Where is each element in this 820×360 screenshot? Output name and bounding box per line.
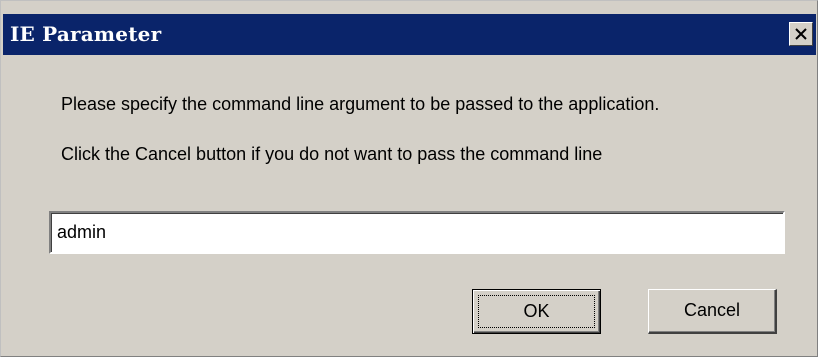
ok-focus-rect: OK <box>478 295 595 328</box>
window-title: IE Parameter <box>10 22 162 46</box>
command-line-argument-input[interactable] <box>49 211 785 254</box>
cancel-button[interactable]: Cancel <box>648 289 777 334</box>
cancel-button-label: Cancel <box>683 300 741 320</box>
ok-button-label: OK <box>523 301 550 321</box>
close-button[interactable] <box>789 22 813 46</box>
close-icon <box>795 28 807 40</box>
ok-button[interactable]: OK <box>472 289 601 334</box>
instruction-text-2: Click the Cancel button if you do not wa… <box>61 144 603 164</box>
instruction-text-1: Please specify the command line argument… <box>61 94 660 114</box>
title-bar[interactable]: IE Parameter <box>3 14 816 55</box>
ie-parameter-dialog: IE Parameter Please specify the command … <box>0 0 818 357</box>
